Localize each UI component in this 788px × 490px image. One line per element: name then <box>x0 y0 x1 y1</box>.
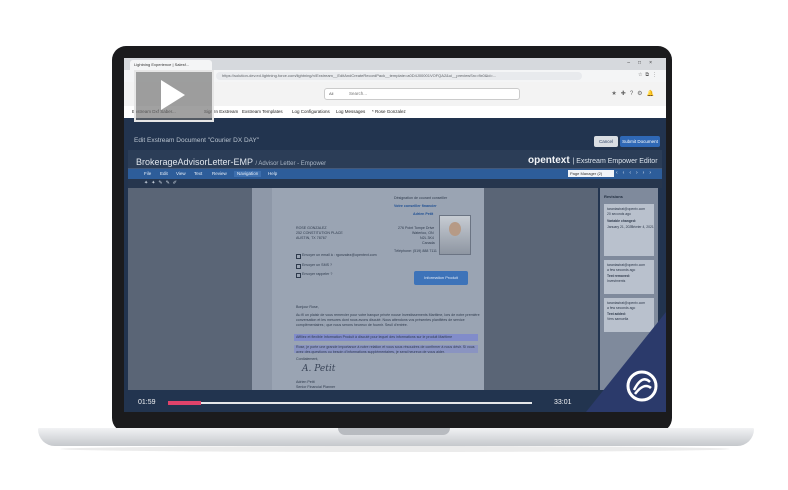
nav-item-2[interactable]: Exstream Templates <box>242 108 283 116</box>
elapsed-time: 01:59 <box>138 399 156 406</box>
window-controls[interactable]: –□× <box>627 60 660 66</box>
brand-tag: Exstream Empower Editor <box>576 158 658 165</box>
advisor-line-1: 276 Point Tompe Drive <box>398 226 435 230</box>
signature-image: A. Petit <box>302 364 336 374</box>
advisor-line-3: N2L 3K4 <box>420 236 434 240</box>
advisor-line-4: Canada <box>422 241 435 245</box>
play-icon[interactable] <box>161 80 185 110</box>
signer-name: Adrien Petit <box>296 380 315 384</box>
document-subtitle: Advisor Letter - Empower <box>258 161 327 167</box>
header-icons[interactable]: ★✚?⚙🔔 <box>611 90 658 97</box>
menu-review[interactable]: Review <box>212 171 227 177</box>
browser-toolbar-icons[interactable]: ☆⧉⋮ <box>638 72 660 78</box>
seek-progress[interactable] <box>168 401 201 405</box>
checkbox-callback[interactable] <box>296 273 301 278</box>
checkbox-email-label: Envoyer un email à : rgonzalez@opentext.… <box>302 253 377 257</box>
search-placeholder: Search... <box>349 91 368 96</box>
global-search-input[interactable]: All Search... <box>324 88 520 100</box>
letter-para1c: complémentaires ; que nous serons heureu… <box>296 323 408 327</box>
revision-2-user: tarantastrat@opentx.com <box>607 263 646 267</box>
menu-view[interactable]: View <box>176 171 186 177</box>
nav-item-3[interactable]: Log Configurations <box>292 108 330 116</box>
checkbox-callback-label: Envoyer rappeler ? <box>302 272 333 276</box>
letter-para1b: conversation et les mesures dont nous av… <box>296 318 465 322</box>
signer-title: Senior Financial Planner <box>296 385 336 389</box>
page-manager-select[interactable]: Page Manager (2) <box>568 170 614 177</box>
revision-1-label: Variable changed: <box>607 219 637 223</box>
advisor-photo <box>439 215 471 255</box>
revision-2-when: a few seconds ago <box>607 268 636 272</box>
search-scope[interactable]: All <box>329 89 333 99</box>
nav-item-5[interactable]: * Rose Gonzalez <box>372 108 406 116</box>
recipient-line-2: 252 CONSTITUTION PLACE <box>296 231 343 235</box>
menu-file[interactable]: File <box>144 171 151 177</box>
revision-1-when: 20 seconds ago <box>607 212 631 216</box>
edit-title: Edit Exstream Document "Courier DX DAY" <box>134 137 260 144</box>
opentext-logo: opentext | Exstream Empower Editor <box>528 155 658 166</box>
advisor-name: Adrien Petit <box>413 212 434 216</box>
letter-greeting: Bonjour Rose, <box>296 305 319 309</box>
opentext-emblem <box>586 312 666 412</box>
recipient-line-3: AUSTIN, TX 78767 <box>296 236 327 240</box>
letter-header-small: Désignation de courant conseiller <box>394 196 448 200</box>
url-field[interactable]: https://solution-dev.ed.lightning.force.… <box>216 72 582 80</box>
revision-2-detail: Investments <box>607 279 626 283</box>
total-duration: 33:01 <box>554 399 572 406</box>
menu-help[interactable]: Help <box>268 171 277 177</box>
menu-text[interactable]: Text <box>194 171 202 177</box>
document-name: BrokerageAdvisorLetter-EMP / Advisor Let… <box>136 157 326 167</box>
letter-para2b: avez des questions ou besoin d'informati… <box>296 350 445 354</box>
letter-para1: Au fil un plaisir de vous remercier pour… <box>296 313 480 317</box>
letter-header-blue: Votre conseiller financier <box>394 204 437 208</box>
revision-3-user: tarantastrat@opentx.com <box>607 301 646 305</box>
toolbar-icons[interactable]: ✦✦✎✎✐ <box>144 180 180 186</box>
cancel-button[interactable]: Cancel <box>594 136 618 147</box>
brand-name: opentext <box>528 155 570 166</box>
letter-para2: Rose, je porte une grande importance à n… <box>296 345 475 349</box>
browser-tab[interactable]: Lightning Experience | Salesf... <box>130 60 212 70</box>
browser-tabstrip: Lightning Experience | Salesf... –□× <box>124 58 666 70</box>
page-nav-arrows[interactable]: ‹‹‹››› <box>616 170 656 176</box>
advisor-phone: Téléphone: (519) 888 7111 <box>394 249 437 253</box>
revision-3-when: a few seconds ago <box>607 306 636 310</box>
checkbox-sms-label: Envoyer un SMS ? <box>302 263 332 267</box>
seek-track[interactable] <box>168 402 532 404</box>
revision-1-to: Février 4, 2021 <box>631 225 654 229</box>
submit-document-button[interactable]: Submit Document <box>620 136 660 147</box>
document-name-text: BrokerageAdvisorLetter-EMP <box>136 157 253 167</box>
checkbox-email[interactable] <box>296 254 301 259</box>
menu-navigation[interactable]: Navigation <box>234 171 262 177</box>
info-product-button[interactable]: Information Produit <box>414 271 468 285</box>
letter-highlight-line: Affiliez et flexible Information Produit… <box>296 335 453 339</box>
laptop-shadow <box>60 446 730 452</box>
revision-1-from: January 21, 2021 <box>607 225 634 229</box>
revision-1-user: tarantastrat@opentx.com <box>607 207 646 211</box>
editor-toolbar: ✦✦✎✎✐ <box>128 179 662 188</box>
advisor-line-2: Waterloo, ON <box>412 231 434 235</box>
letter-closing: Cordialement, <box>296 357 319 361</box>
laptop-notch <box>338 428 450 435</box>
recipient-line-1: ROSE GONZALEZ <box>296 226 327 230</box>
checkbox-sms[interactable] <box>296 264 301 269</box>
nav-item-4[interactable]: Log Messages <box>336 108 365 116</box>
menu-edit[interactable]: Edit <box>160 171 168 177</box>
revision-2-label: Text removed: <box>607 274 630 278</box>
revisions-title: Revisions <box>604 194 623 199</box>
